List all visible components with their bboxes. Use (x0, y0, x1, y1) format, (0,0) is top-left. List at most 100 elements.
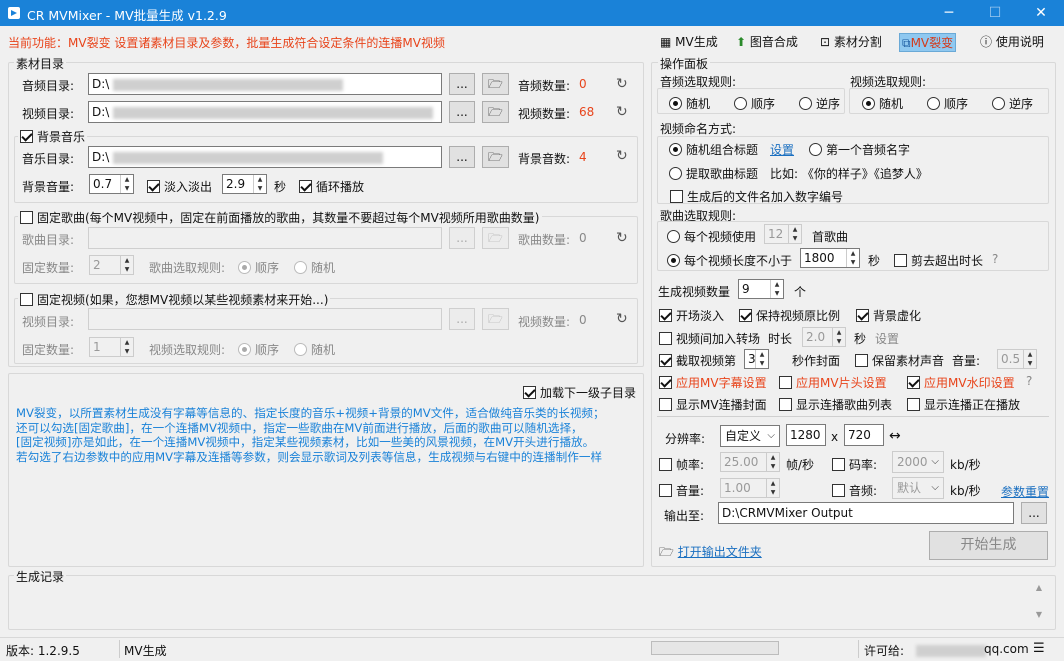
keep-sound-checkbox[interactable]: 保留素材声音 (855, 352, 944, 369)
material-volume-spinner[interactable]: 0.5 ▲ ▼ (997, 349, 1037, 369)
video-rule-order-radio[interactable]: 顺序 (927, 95, 968, 112)
audio-dir-browse-button[interactable]: ... (449, 73, 475, 95)
fps-spinner[interactable]: 25.00 ▲ ▼ (720, 452, 780, 472)
per-video-use-spinner[interactable]: 12 ▲ ▼ (764, 224, 802, 244)
reset-params-link[interactable]: 参数重置 (1001, 483, 1049, 500)
tab-image-audio[interactable]: ⬆ 图音合成 (734, 33, 800, 52)
add-number-checkbox[interactable]: 生成后的文件名加入数字编号 (670, 188, 843, 205)
music-dir-input[interactable]: D:\ (88, 146, 442, 168)
spin-arrows-icon[interactable]: ▲ ▼ (120, 338, 133, 356)
spin-arrows-icon[interactable]: ▲ ▼ (120, 256, 133, 274)
res-height-input[interactable]: 720 (844, 424, 884, 446)
gen-count-spinner[interactable]: 9 ▲ ▼ (738, 279, 784, 299)
video-dir-browse-button[interactable]: ... (449, 101, 475, 123)
tab-help[interactable]: ⓘ 使用说明 (978, 33, 1046, 52)
close-button[interactable]: ✕ (1018, 0, 1064, 26)
show-list-checkbox[interactable]: 显示连播歌曲列表 (779, 396, 892, 413)
naming-first-radio[interactable]: 第一个音频名字 (809, 141, 910, 158)
video-dir-open-button[interactable]: 🗁 (482, 101, 509, 123)
bgm-checkbox[interactable]: 背景音乐 (18, 128, 88, 145)
tab-mv-fission[interactable]: ⧉MV裂变 (899, 33, 957, 52)
fade-checkbox[interactable]: 淡入淡出 (147, 178, 212, 195)
apply-head-checkbox[interactable]: 应用MV片头设置 (779, 374, 887, 391)
fps-checkbox[interactable]: 帧率: (659, 456, 704, 473)
spin-arrows-icon[interactable]: ▲ ▼ (766, 479, 779, 497)
bgm-volume-spinner[interactable]: 0.7 ▲ ▼ (89, 174, 134, 194)
spin-arrows-icon[interactable]: ▲ ▼ (120, 175, 133, 193)
audio-rule-random-radio[interactable]: 随机 (669, 95, 710, 112)
help-icon[interactable]: ? (992, 252, 998, 266)
afreq-select[interactable]: 默认 ⌵ (892, 477, 944, 499)
maximize-button[interactable]: ☐ (972, 0, 1018, 26)
fixed-song-count-spinner[interactable]: 2 ▲ ▼ (89, 255, 134, 275)
per-video-use-radio[interactable]: 每个视频使用 (667, 228, 756, 245)
fv-dir-input[interactable] (88, 308, 442, 330)
fv-rule-order-radio[interactable]: 顺序 (238, 341, 279, 358)
open-folder-link[interactable]: 🗁 打开输出文件夹 (659, 543, 762, 564)
spin-arrows-icon[interactable]: ▲ ▼ (832, 328, 845, 346)
video-rule-reverse-radio[interactable]: 逆序 (992, 95, 1033, 112)
help-icon[interactable]: ? (1026, 374, 1032, 388)
song-dir-input[interactable] (88, 227, 442, 249)
keep-ratio-checkbox[interactable]: 保持视频原比例 (739, 307, 840, 324)
res-width-input[interactable]: 1280 (786, 424, 826, 446)
refresh-icon[interactable]: ↻ (616, 76, 628, 92)
bitrate-checkbox[interactable]: 码率: (832, 456, 877, 473)
music-dir-open-button[interactable]: 🗁 (482, 146, 509, 168)
spin-arrows-icon[interactable]: ▲ ▼ (755, 350, 768, 368)
output-browse-button[interactable]: ... (1021, 502, 1047, 524)
refresh-icon[interactable]: ↻ (616, 311, 628, 327)
refresh-icon[interactable]: ↻ (616, 148, 628, 164)
log-scrollbar[interactable]: ▲ ▼ (1032, 583, 1046, 627)
loop-checkbox[interactable]: 循环播放 (299, 178, 364, 195)
spin-arrows-icon[interactable]: ▲ ▼ (253, 175, 266, 193)
vol-spinner[interactable]: 1.00 ▲ ▼ (720, 478, 780, 498)
audio-dir-open-button[interactable]: 🗁 (482, 73, 509, 95)
naming-combo-radio[interactable]: 随机组合标题 (669, 141, 758, 158)
music-dir-browse-button[interactable]: ... (449, 146, 475, 168)
transition-settings-link[interactable]: 设置 (875, 330, 899, 347)
audio-rule-order-radio[interactable]: 顺序 (734, 95, 775, 112)
tab-mv-generate[interactable]: ▦ MV生成 (658, 33, 720, 52)
afreq-checkbox[interactable]: 音频: (832, 482, 877, 499)
fv-dir-open-button[interactable]: 🗁 (482, 308, 509, 330)
spin-arrows-icon[interactable]: ▲ ▼ (766, 453, 779, 471)
fixed-video-checkbox[interactable]: 固定视频(如果，您想MV视频以某些视频素材来开始...) (18, 291, 331, 308)
song-dir-open-button[interactable]: 🗁 (482, 227, 509, 249)
per-video-len-radio[interactable]: 每个视频长度不小于 (667, 252, 792, 269)
spin-arrows-icon[interactable]: ▲ ▼ (1023, 350, 1036, 368)
bg-blur-checkbox[interactable]: 背景虚化 (856, 307, 921, 324)
menu-icon[interactable]: ☰ (1033, 641, 1045, 656)
fv-rule-random-radio[interactable]: 随机 (294, 341, 335, 358)
song-rule-random-radio[interactable]: 随机 (294, 259, 335, 276)
transition-checkbox[interactable]: 视频间加入转场 (659, 330, 760, 347)
vol-checkbox[interactable]: 音量: (659, 482, 704, 499)
minimize-button[interactable]: ─ (926, 0, 972, 26)
audio-rule-reverse-radio[interactable]: 逆序 (799, 95, 840, 112)
capture-checkbox[interactable]: 截取视频第 (659, 352, 736, 369)
cut-over-checkbox[interactable]: 剪去超出时长 (894, 252, 983, 269)
video-rule-random-radio[interactable]: 随机 (862, 95, 903, 112)
refresh-icon[interactable]: ↻ (616, 104, 628, 120)
refresh-icon[interactable]: ↻ (616, 230, 628, 246)
spin-arrows-icon[interactable]: ▲ ▼ (788, 225, 801, 243)
show-playing-checkbox[interactable]: 显示连播正在播放 (907, 396, 1020, 413)
apply-watermark-checkbox[interactable]: 应用MV水印设置 (907, 374, 1015, 391)
song-rule-order-radio[interactable]: 顺序 (238, 259, 279, 276)
capture-spinner[interactable]: 3 ▲ ▼ (744, 349, 769, 369)
fade-in-checkbox[interactable]: 开场淡入 (659, 307, 724, 324)
naming-extract-radio[interactable]: 提取歌曲标题 (669, 165, 758, 182)
swap-icon[interactable]: ↔ (889, 428, 901, 444)
fixed-song-checkbox[interactable]: 固定歌曲(每个MV视频中，固定在前面播放的歌曲，其数量不要超过每个MV视频所用歌… (18, 209, 542, 226)
video-dir-input[interactable]: D:\ (88, 101, 442, 123)
bitrate-select[interactable]: 2000 ⌵ (892, 451, 944, 473)
per-video-len-spinner[interactable]: 1800 ▲ ▼ (800, 248, 860, 268)
apply-sub-checkbox[interactable]: 应用MV字幕设置 (659, 374, 767, 391)
show-cover-checkbox[interactable]: 显示MV连播封面 (659, 396, 767, 413)
spin-arrows-icon[interactable]: ▲ ▼ (846, 249, 859, 267)
fv-fixed-count-spinner[interactable]: 1 ▲ ▼ (89, 337, 134, 357)
audio-dir-input[interactable]: D:\ (88, 73, 442, 95)
output-path-input[interactable]: D:\CRMVMixer Output (718, 502, 1014, 524)
duration-spinner[interactable]: 2.0 ▲ ▼ (802, 327, 846, 347)
fv-dir-browse-button[interactable]: ... (449, 308, 475, 330)
